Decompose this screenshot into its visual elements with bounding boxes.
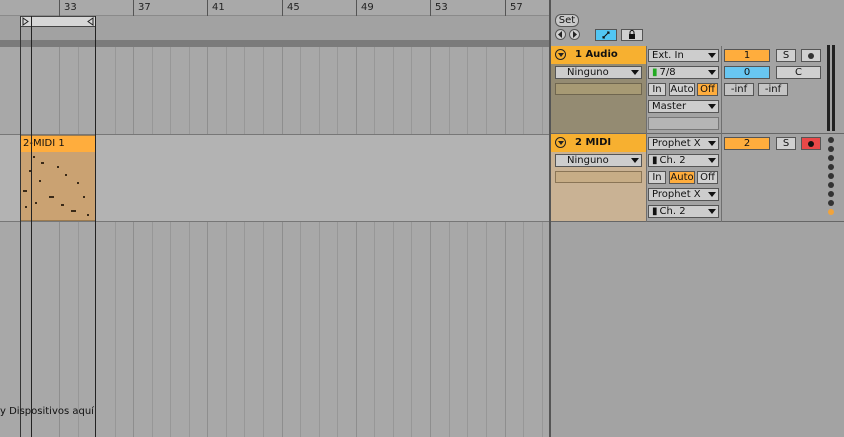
midi-note bbox=[39, 180, 41, 182]
fold-icon[interactable] bbox=[555, 49, 566, 60]
column-divider bbox=[721, 46, 722, 222]
audio-level-meter-r bbox=[832, 45, 835, 131]
midi-track-title[interactable]: 2 MIDI bbox=[551, 134, 646, 152]
track-divider bbox=[551, 221, 844, 222]
audio-pan-field[interactable]: C bbox=[776, 66, 821, 79]
midi-note bbox=[49, 196, 54, 198]
ruler-tick: 49 bbox=[356, 0, 374, 16]
record-arm-icon bbox=[808, 53, 814, 59]
loop-marker-icon bbox=[22, 17, 94, 26]
midi-input-channel-select[interactable]: Prophet X bbox=[648, 137, 719, 150]
midi-output-channel-select[interactable]: ▮ Ch. 2 bbox=[648, 205, 719, 218]
expand-button[interactable] bbox=[595, 29, 617, 41]
set-button[interactable]: Set bbox=[555, 14, 579, 27]
lock-icon bbox=[629, 30, 635, 39]
audio-input-type-select[interactable]: Ninguno bbox=[555, 66, 642, 79]
nav-right-button[interactable] bbox=[569, 29, 580, 40]
peak-right-field: -inf bbox=[758, 83, 788, 96]
audio-track-name: 1 Audio bbox=[575, 49, 618, 60]
monitor-auto-button[interactable]: Auto bbox=[669, 171, 695, 184]
audio-track-meter bbox=[555, 83, 642, 95]
drop-hint-text: y Dispositivos aquí bbox=[0, 406, 94, 417]
expand-arrows-icon bbox=[602, 31, 610, 39]
midi-note bbox=[83, 196, 85, 198]
timeline-ruler[interactable]: 33 37 41 45 49 53 57 bbox=[0, 0, 549, 16]
loop-start-line bbox=[20, 16, 21, 437]
audio-channel-select[interactable]: ▮ 7/8 bbox=[648, 66, 719, 79]
nav-left-button[interactable] bbox=[555, 29, 566, 40]
fold-icon[interactable] bbox=[555, 137, 566, 148]
ruler-tick: 33 bbox=[59, 0, 77, 16]
midi-note bbox=[35, 202, 37, 204]
midi-note bbox=[57, 166, 59, 168]
midi-note bbox=[77, 182, 79, 184]
column-divider bbox=[646, 46, 647, 222]
midi-note bbox=[41, 162, 44, 164]
audio-input-channel-select[interactable]: Ext. In bbox=[648, 49, 719, 62]
midi-note bbox=[23, 190, 27, 192]
track-mixer: Set 1 Audio Ninguno Ext. In ▮ 7/8 In Auto… bbox=[549, 0, 844, 437]
arrangement-view[interactable]: 33 37 41 45 49 53 57 2-MIDI 1 y Disposit… bbox=[0, 0, 549, 437]
arrow-right-icon bbox=[573, 31, 577, 38]
midi-note bbox=[33, 156, 35, 158]
midi-note bbox=[61, 204, 64, 206]
midi-arm-button[interactable] bbox=[801, 137, 821, 150]
audio-track-number[interactable]: 1 bbox=[724, 49, 770, 62]
midi-note bbox=[87, 214, 89, 216]
loop-end-line bbox=[95, 16, 96, 437]
midi-solo-button[interactable]: S bbox=[776, 137, 796, 150]
midi-activity-dots bbox=[828, 137, 834, 217]
audio-volume-field[interactable]: 0 bbox=[724, 66, 770, 79]
midi-track-number[interactable]: 2 bbox=[724, 137, 770, 150]
midi-channel-select[interactable]: ▮ Ch. 2 bbox=[648, 154, 719, 167]
ruler-tick: 45 bbox=[282, 0, 300, 16]
ruler-tick: 41 bbox=[207, 0, 225, 16]
midi-note bbox=[25, 206, 27, 208]
midi-track-meter bbox=[555, 171, 642, 183]
ruler-tick: 57 bbox=[505, 0, 523, 16]
monitor-in-button[interactable]: In bbox=[648, 83, 666, 96]
monitor-in-button[interactable]: In bbox=[648, 171, 666, 184]
audio-solo-button[interactable]: S bbox=[776, 49, 796, 62]
midi-output-select[interactable]: Prophet X bbox=[648, 188, 719, 201]
arrow-left-icon bbox=[558, 31, 562, 38]
monitor-off-button[interactable]: Off bbox=[697, 171, 718, 184]
midi-input-type-select[interactable]: Ninguno bbox=[555, 154, 642, 167]
clip-title[interactable]: 2-MIDI 1 bbox=[21, 136, 95, 152]
separator bbox=[0, 40, 549, 47]
audio-level-meter-l bbox=[827, 45, 830, 131]
ruler-tick: 53 bbox=[430, 0, 448, 16]
audio-output-select[interactable]: Master bbox=[648, 100, 719, 113]
monitor-auto-button[interactable]: Auto bbox=[669, 83, 695, 96]
monitor-off-button[interactable]: Off bbox=[697, 83, 718, 96]
midi-note bbox=[71, 210, 76, 212]
ruler-tick: 37 bbox=[133, 0, 151, 16]
audio-track-lane[interactable] bbox=[0, 47, 549, 134]
midi-track-name: 2 MIDI bbox=[575, 137, 612, 148]
audio-output-sub-select[interactable] bbox=[648, 117, 719, 130]
lock-button[interactable] bbox=[621, 29, 643, 41]
audio-arm-button[interactable] bbox=[801, 49, 821, 62]
playhead-line[interactable] bbox=[31, 16, 32, 437]
midi-note bbox=[65, 174, 67, 176]
peak-left-field: -inf bbox=[724, 83, 754, 96]
audio-track-title[interactable]: 1 Audio bbox=[551, 46, 646, 64]
record-arm-icon bbox=[808, 141, 814, 147]
